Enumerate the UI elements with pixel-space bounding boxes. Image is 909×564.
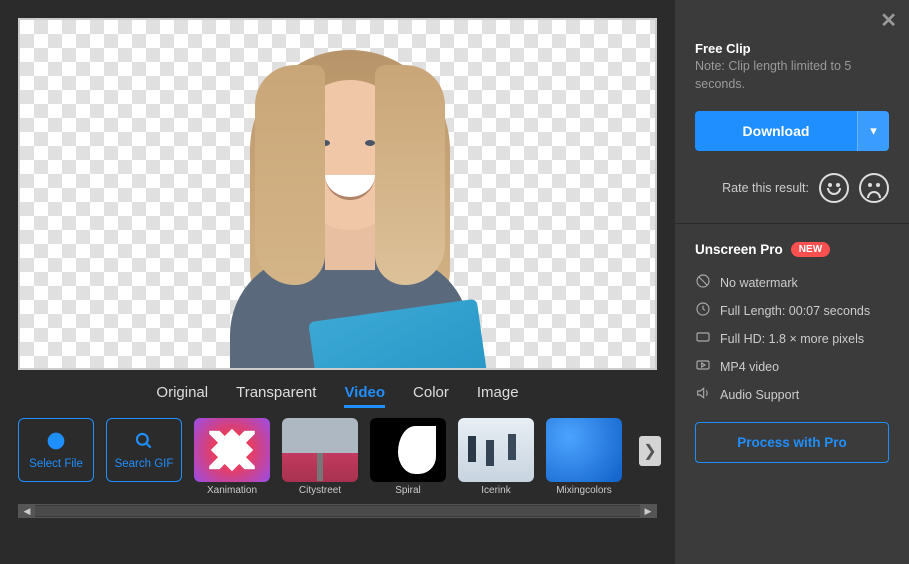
feature-no-watermark: No watermark — [695, 273, 889, 292]
feature-label: Full HD: 1.8 × more pixels — [720, 332, 864, 346]
horizontal-scrollbar[interactable]: ◀ ▶ — [18, 504, 657, 518]
close-icon: ✕ — [880, 10, 897, 32]
main-panel: Original Transparent Video Color Image S… — [0, 0, 675, 564]
side-panel: ✕ Free Clip Note: Clip length limited to… — [675, 0, 909, 564]
tab-transparent[interactable]: Transparent — [236, 384, 316, 408]
feature-audio: Audio Support — [695, 385, 889, 404]
tab-image[interactable]: Image — [477, 384, 519, 408]
background-tabs: Original Transparent Video Color Image — [18, 370, 657, 418]
chevron-down-icon: ▾ — [870, 123, 877, 139]
feature-label: Audio Support — [720, 388, 799, 402]
feature-full-length: Full Length: 00:07 seconds — [695, 301, 889, 320]
thumbnail-label: Citystreet — [299, 485, 341, 496]
free-clip-note: Note: Clip length limited to 5 seconds. — [695, 58, 889, 93]
pro-features-list: No watermark Full Length: 00:07 seconds … — [695, 273, 889, 404]
search-icon — [134, 431, 154, 454]
free-clip-title: Free Clip — [695, 41, 889, 56]
thumbnail-mixingcolors[interactable] — [546, 418, 622, 482]
plus-circle-icon — [46, 431, 66, 454]
feature-mp4: MP4 video — [695, 357, 889, 376]
video-preview — [18, 18, 657, 370]
search-gif-label: Search GIF — [115, 458, 174, 470]
rate-label: Rate this result: — [722, 181, 809, 195]
download-dropdown-button[interactable]: ▾ — [857, 111, 889, 151]
thumbnail-label: Xanimation — [207, 485, 257, 496]
tab-color[interactable]: Color — [413, 384, 449, 408]
feature-label: Full Length: 00:07 seconds — [720, 304, 870, 318]
thumbnail-citystreet[interactable] — [282, 418, 358, 482]
thumbnails-next-button[interactable]: ❯ — [639, 436, 661, 466]
hd-icon — [695, 329, 711, 348]
thumbnail-icerink[interactable] — [458, 418, 534, 482]
process-with-pro-button[interactable]: Process with Pro — [695, 422, 889, 463]
audio-icon — [695, 385, 711, 404]
rate-sad-button[interactable] — [859, 173, 889, 203]
pro-title: Unscreen Pro — [695, 242, 783, 257]
select-file-label: Select File — [29, 458, 83, 470]
thumbnail-label: Mixingcolors — [556, 485, 612, 496]
thumbnail-spiral[interactable] — [370, 418, 446, 482]
thumbnail-label: Icerink — [481, 485, 510, 496]
tab-video[interactable]: Video — [344, 384, 385, 408]
scroll-right-arrow[interactable]: ▶ — [640, 505, 656, 517]
feature-label: MP4 video — [720, 360, 779, 374]
scroll-left-arrow[interactable]: ◀ — [19, 505, 35, 517]
clock-icon — [695, 301, 711, 320]
play-icon — [695, 357, 711, 376]
tab-original[interactable]: Original — [156, 384, 208, 408]
feature-full-hd: Full HD: 1.8 × more pixels — [695, 329, 889, 348]
download-button[interactable]: Download — [695, 111, 857, 151]
thumbnail-xanimation[interactable] — [194, 418, 270, 482]
search-gif-button[interactable]: Search GIF — [106, 418, 182, 482]
close-button[interactable]: ✕ — [868, 0, 909, 33]
no-watermark-icon — [695, 273, 711, 292]
new-badge: NEW — [791, 242, 830, 257]
chevron-right-icon: ❯ — [643, 441, 656, 461]
thumbnail-label: Spiral — [395, 485, 421, 496]
foreground-subject — [200, 20, 500, 370]
rate-happy-button[interactable] — [819, 173, 849, 203]
thumbnail-row: Select File Search GIF Xanimation Cityst… — [18, 418, 657, 496]
feature-label: No watermark — [720, 276, 798, 290]
select-file-button[interactable]: Select File — [18, 418, 94, 482]
